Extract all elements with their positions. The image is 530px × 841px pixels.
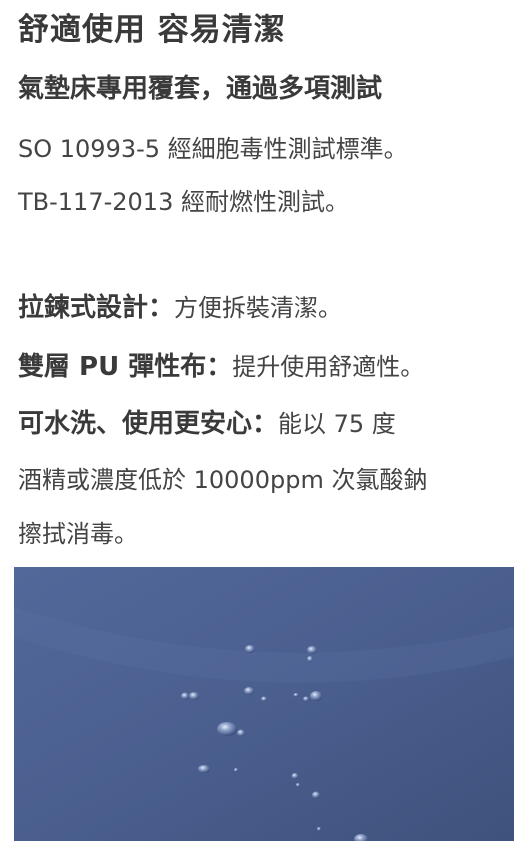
feature-pu-fabric: 雙層 PU 彈性布：提升使用舒適性。 xyxy=(18,346,424,383)
feature-zipper: 拉鍊式設計：方便拆裝清潔。 xyxy=(18,287,342,324)
feature-label: 拉鍊式設計： xyxy=(18,293,175,323)
section-subtitle: 氣墊床專用覆套，通過多項測試 xyxy=(18,74,383,104)
feature-washable-continued: 酒精或濃度低於 10000ppm 次氯酸鈉 xyxy=(18,466,428,494)
water-droplets-image xyxy=(14,567,514,841)
feature-label: 可水洗、使用更安心： xyxy=(18,409,279,439)
feature-washable-continued-2: 擦拭消毒。 xyxy=(18,520,138,548)
page-title: 舒適使用 容易清潔 xyxy=(18,12,286,48)
fabric-photo xyxy=(14,567,514,841)
test-line-cytotoxicity: SO 10993-5 經細胞毒性測試標準。 xyxy=(18,135,408,163)
feature-label: 雙層 PU 彈性布： xyxy=(18,352,233,382)
test-line-flammability: TB-117-2013 經耐燃性測試。 xyxy=(18,188,349,216)
feature-text: 提升使用舒適性。 xyxy=(232,353,425,381)
page: 舒適使用 容易清潔 氣墊床專用覆套，通過多項測試 SO 10993-5 經細胞毒… xyxy=(0,0,530,841)
feature-text: 方便拆裝清潔。 xyxy=(174,294,343,322)
feature-text: 能以 75 度 xyxy=(278,410,396,438)
feature-washable: 可水洗、使用更安心：能以 75 度 xyxy=(18,403,396,440)
